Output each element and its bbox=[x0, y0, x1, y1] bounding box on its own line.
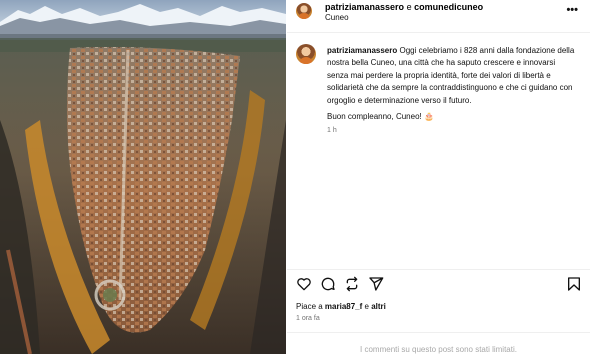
comments-limited-notice: I commenti su questo post sono stati lim… bbox=[360, 345, 517, 354]
caption-avatar[interactable] bbox=[296, 44, 316, 64]
post-photo[interactable] bbox=[0, 0, 286, 354]
likes-prefix: Piace a bbox=[296, 302, 323, 311]
caption-timestamp[interactable]: 1 h bbox=[327, 127, 337, 134]
post-timestamp[interactable]: 1 ora fa bbox=[296, 315, 320, 322]
more-horizontal-icon: ••• bbox=[566, 4, 578, 16]
location-link[interactable]: Cuneo bbox=[325, 13, 349, 22]
send-button[interactable] bbox=[368, 276, 384, 292]
save-button[interactable] bbox=[566, 276, 582, 292]
post-author-line: patriziamanassero e comunedicuneo bbox=[325, 2, 483, 12]
actions-divider bbox=[287, 269, 590, 270]
more-options-button[interactable]: ••• bbox=[566, 4, 578, 16]
header-divider bbox=[287, 32, 590, 33]
coauthor-username[interactable]: comunedicuneo bbox=[414, 2, 483, 12]
likes-user[interactable]: maria87_f bbox=[325, 302, 362, 311]
comment-button[interactable] bbox=[320, 276, 336, 292]
bookmark-icon bbox=[568, 277, 580, 291]
caption-username[interactable]: patriziamanassero bbox=[327, 46, 397, 55]
likes-joiner: e bbox=[364, 302, 369, 311]
heart-icon bbox=[297, 278, 311, 291]
send-icon bbox=[369, 277, 384, 291]
likes-summary: Piace a maria87_f e altri bbox=[296, 302, 386, 311]
post-detail-panel: patriziamanassero e comunedicuneo Cuneo … bbox=[287, 0, 590, 354]
author-username[interactable]: patriziamanassero bbox=[325, 2, 404, 12]
like-button[interactable] bbox=[296, 276, 312, 292]
cuneo-aerial-image bbox=[0, 0, 286, 354]
caption-closing: Buon compleanno, Cuneo! 🎂 bbox=[327, 112, 434, 121]
caption-text: patriziamanassero Oggi celebriamo i 828 … bbox=[327, 45, 575, 107]
repost-icon bbox=[346, 276, 358, 292]
likes-others[interactable]: altri bbox=[371, 302, 386, 311]
author-avatar[interactable] bbox=[296, 3, 312, 19]
repost-button[interactable] bbox=[344, 276, 360, 292]
comment-icon bbox=[321, 277, 335, 291]
comments-divider bbox=[287, 332, 590, 333]
author-conjunction: e bbox=[406, 2, 412, 12]
